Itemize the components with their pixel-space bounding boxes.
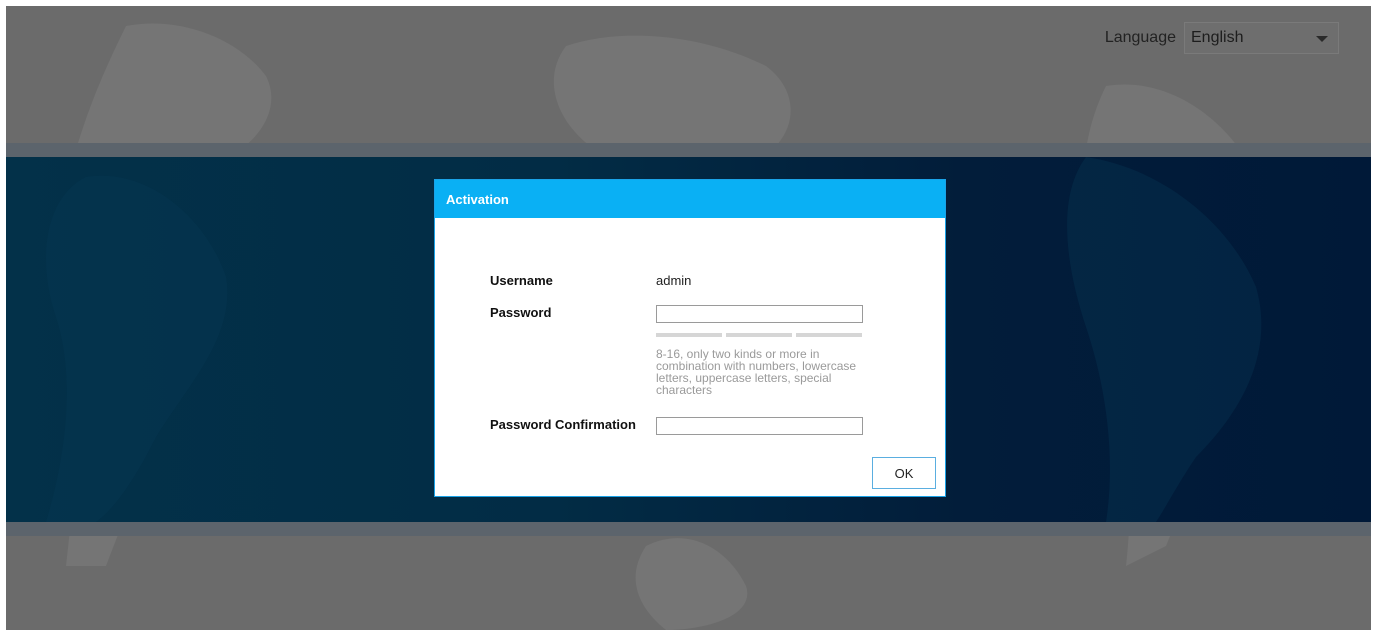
dialog-title: Activation	[446, 191, 509, 207]
password-hint: 8-16, only two kinds or more in combinat…	[656, 347, 857, 397]
username-row: Username admin	[490, 273, 691, 288]
dialog-header: Activation	[435, 180, 945, 218]
chevron-down-icon	[1316, 36, 1328, 42]
language-label: Language	[1104, 29, 1176, 46]
password-confirmation-input[interactable]	[656, 417, 863, 435]
language-selected-value: English	[1191, 29, 1244, 46]
password-confirmation-label: Password Confirmation	[490, 417, 636, 432]
password-row: Password	[490, 305, 863, 323]
band-edge-top	[6, 143, 1371, 157]
username-label: Username	[490, 273, 553, 288]
password-label: Password	[490, 305, 552, 320]
password-confirmation-row: Password Confirmation	[490, 417, 863, 435]
username-value: admin	[656, 273, 692, 288]
strength-segment	[796, 333, 862, 337]
language-selector-bar: Language English	[1105, 22, 1339, 54]
band-edge-bottom	[6, 522, 1371, 536]
password-strength-meter	[656, 333, 862, 337]
language-dropdown[interactable]: English	[1184, 22, 1339, 54]
password-input[interactable]	[656, 305, 863, 323]
activation-dialog: Activation Username admin Password 8-16,…	[434, 179, 946, 497]
ok-button[interactable]: OK	[872, 457, 936, 489]
strength-segment	[726, 333, 792, 337]
strength-segment	[656, 333, 722, 337]
